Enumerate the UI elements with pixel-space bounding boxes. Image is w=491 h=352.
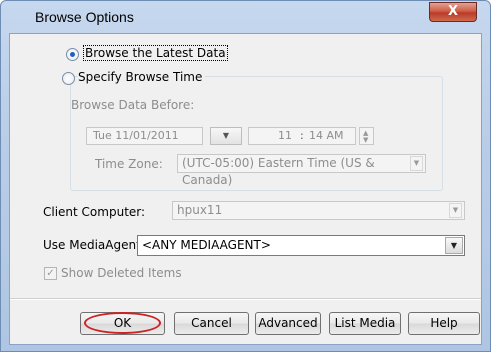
- chevron-down-icon: ▼: [449, 203, 462, 218]
- specify-time-radio[interactable]: [62, 72, 75, 85]
- timezone-label: Time Zone:: [95, 157, 163, 171]
- close-icon: X: [447, 4, 459, 19]
- time-separator: :: [300, 129, 304, 142]
- show-deleted-label: Show Deleted Items: [61, 266, 182, 280]
- media-agent-select[interactable]: <ANY MEDIAAGENT> ▼: [137, 235, 465, 256]
- specify-time-label[interactable]: Specify Browse Time: [78, 70, 206, 84]
- browse-latest-radio[interactable]: [66, 48, 79, 61]
- cancel-button[interactable]: Cancel: [174, 312, 249, 335]
- client-computer-label: Client Computer:: [43, 205, 146, 219]
- browse-latest-label[interactable]: Browse the Latest Data: [83, 45, 228, 61]
- advanced-button[interactable]: Advanced: [255, 312, 321, 335]
- check-icon: ✓: [46, 268, 55, 279]
- title-bar[interactable]: Browse Options X: [1, 1, 490, 33]
- date-dropdown-button[interactable]: ▼: [210, 127, 242, 145]
- show-deleted-checkbox[interactable]: ✓: [44, 267, 57, 280]
- date-field[interactable]: Tue 11/01/2011: [86, 127, 203, 145]
- chevron-down-icon: ▼: [410, 156, 423, 171]
- media-agent-label: Use MediaAgent: [43, 238, 141, 252]
- media-agent-value: <ANY MEDIAAGENT>: [142, 238, 271, 252]
- time-spinner[interactable]: ▲ ▼: [359, 127, 374, 145]
- dialog-window: Browse Options X Browse the Latest Data …: [0, 0, 491, 352]
- help-button[interactable]: Help: [408, 312, 480, 335]
- list-media-button[interactable]: List Media: [329, 312, 401, 335]
- footer-separator-highlight: [10, 299, 481, 300]
- time-hour: 11: [278, 129, 292, 142]
- close-button[interactable]: X: [429, 2, 477, 22]
- chevron-down-icon: ▼: [445, 237, 463, 254]
- time-field[interactable]: 11 : 14 AM: [248, 127, 356, 145]
- timezone-select[interactable]: (UTC-05:00) Eastern Time (US & Canada) ▼: [177, 154, 426, 187]
- time-minute-ampm: 14 AM: [309, 129, 344, 142]
- spin-down-icon: ▼: [363, 136, 369, 144]
- browse-before-label: Browse Data Before:: [71, 98, 195, 112]
- dialog-title: Browse Options: [35, 9, 134, 25]
- client-computer-value: hpux11: [177, 203, 223, 217]
- client-computer-select[interactable]: hpux11 ▼: [172, 201, 465, 220]
- chevron-down-icon: ▼: [222, 131, 230, 140]
- ok-button[interactable]: OK: [80, 312, 165, 335]
